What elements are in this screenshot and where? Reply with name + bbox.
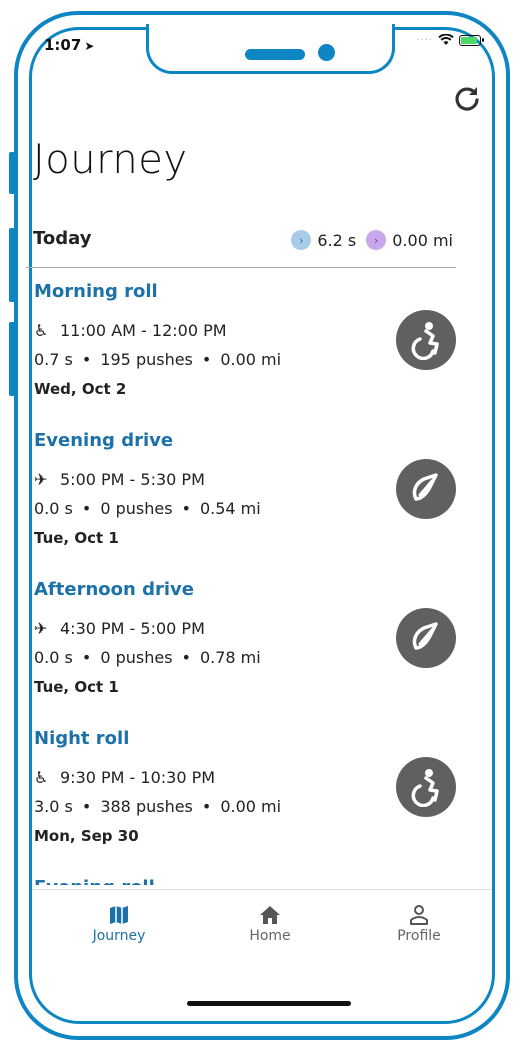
journey-stats: 0.0 s • 0 pushes • 0.54 mi [34, 499, 261, 518]
coast-time-value: 6.2 s [317, 230, 357, 250]
tab-profile[interactable]: Profile [374, 904, 464, 944]
journey-card[interactable]: Morning roll ♿ 11:00 AM - 12:00 PM 0.7 s… [26, 275, 456, 424]
journey-time-row: ♿ 11:00 AM - 12:00 PM [34, 321, 227, 340]
status-time-text: 1:07 [44, 36, 82, 54]
roll-small-icon: ♿ [34, 768, 49, 787]
home-indicator[interactable] [187, 1001, 351, 1006]
journey-stats: 0.0 s • 0 pushes • 0.78 mi [34, 648, 261, 667]
journey-distance: 0.00 mi [220, 350, 282, 369]
journey-title: Morning roll [34, 281, 158, 302]
journey-date: Tue, Oct 1 [34, 678, 119, 696]
tab-home[interactable]: Home [225, 904, 315, 944]
journey-list[interactable]: Morning roll ♿ 11:00 AM - 12:00 PM 0.7 s… [26, 275, 456, 885]
person-icon [410, 905, 428, 925]
journey-time-row: ✈ 5:00 PM - 5:30 PM [34, 470, 205, 489]
today-stats: › 6.2 s › 0.00 mi [281, 230, 453, 250]
status-time: 1:07 ➤ [44, 36, 94, 54]
journey-card[interactable]: Evening drive ✈ 5:00 PM - 5:30 PM 0.0 s •… [26, 424, 456, 573]
divider [26, 267, 456, 268]
battery-icon [459, 34, 484, 46]
journey-card[interactable]: Afternoon drive ✈ 4:30 PM - 5:00 PM 0.0 … [26, 573, 456, 722]
tab-journey[interactable]: Journey [74, 904, 164, 944]
today-summary: Today › 6.2 s › 0.00 mi [33, 224, 453, 264]
journey-stats: 0.7 s • 195 pushes • 0.00 mi [34, 350, 282, 369]
wheelchair-roll-icon [396, 757, 456, 817]
map-icon [110, 906, 128, 924]
drive-small-icon: ✈ [34, 470, 48, 489]
signal-icon: ···· [416, 34, 433, 46]
tab-profile-label: Profile [397, 928, 441, 944]
journey-distance: 0.00 mi [220, 797, 282, 816]
status-icons: ···· [416, 34, 484, 46]
wifi-icon [438, 34, 454, 45]
drive-small-icon: ✈ [34, 619, 48, 638]
refresh-icon [455, 87, 479, 111]
journey-card[interactable]: Evening roll [26, 871, 456, 885]
journey-title: Afternoon drive [34, 579, 194, 600]
journey-coast: 3.0 s [34, 797, 73, 816]
distance-badge-icon: › [366, 230, 387, 250]
journey-time: 5:00 PM - 5:30 PM [60, 470, 205, 489]
journey-stats: 3.0 s • 388 pushes • 0.00 mi [34, 797, 282, 816]
device-notch [146, 24, 395, 74]
journey-title: Evening drive [34, 430, 174, 451]
journey-time-row: ✈ 4:30 PM - 5:00 PM [34, 619, 205, 638]
journey-pushes: 0 pushes [100, 499, 173, 518]
front-camera [318, 44, 335, 61]
refresh-button[interactable] [453, 84, 481, 118]
distance-value: 0.00 mi [392, 230, 453, 250]
journey-distance: 0.78 mi [199, 648, 261, 667]
journey-coast: 0.0 s [34, 648, 73, 667]
coast-time-badge-icon: › [291, 230, 312, 250]
tab-bar: Journey Home Profile [32, 889, 492, 962]
journey-distance: 0.54 mi [199, 499, 261, 518]
journey-title: Evening roll [34, 877, 155, 885]
wheelchair-roll-icon [396, 310, 456, 370]
tab-journey-label: Journey [92, 928, 146, 944]
journey-coast: 0.7 s [34, 350, 73, 369]
power-assist-drive-icon [396, 608, 456, 668]
speaker-grille [245, 49, 305, 60]
location-arrow-icon: ➤ [84, 39, 95, 53]
journey-time: 11:00 AM - 12:00 PM [60, 321, 227, 340]
journey-time: 4:30 PM - 5:00 PM [60, 619, 205, 638]
roll-small-icon: ♿ [34, 321, 49, 340]
journey-pushes: 0 pushes [100, 648, 173, 667]
page-title: Journey [33, 137, 188, 183]
journey-time: 9:30 PM - 10:30 PM [60, 768, 216, 787]
today-label: Today [33, 228, 92, 249]
journey-card[interactable]: Night roll ♿ 9:30 PM - 10:30 PM 3.0 s • 38… [26, 722, 456, 871]
home-icon [260, 906, 280, 924]
journey-date: Tue, Oct 1 [34, 529, 119, 547]
journey-pushes: 388 pushes [100, 797, 193, 816]
journey-title: Night roll [34, 728, 130, 749]
journey-date: Mon, Sep 30 [34, 827, 139, 845]
journey-date: Wed, Oct 2 [34, 380, 127, 398]
power-assist-drive-icon [396, 459, 456, 519]
journey-pushes: 195 pushes [100, 350, 193, 369]
journey-coast: 0.0 s [34, 499, 73, 518]
tab-home-label: Home [249, 928, 291, 944]
journey-time-row: ♿ 9:30 PM - 10:30 PM [34, 768, 215, 787]
